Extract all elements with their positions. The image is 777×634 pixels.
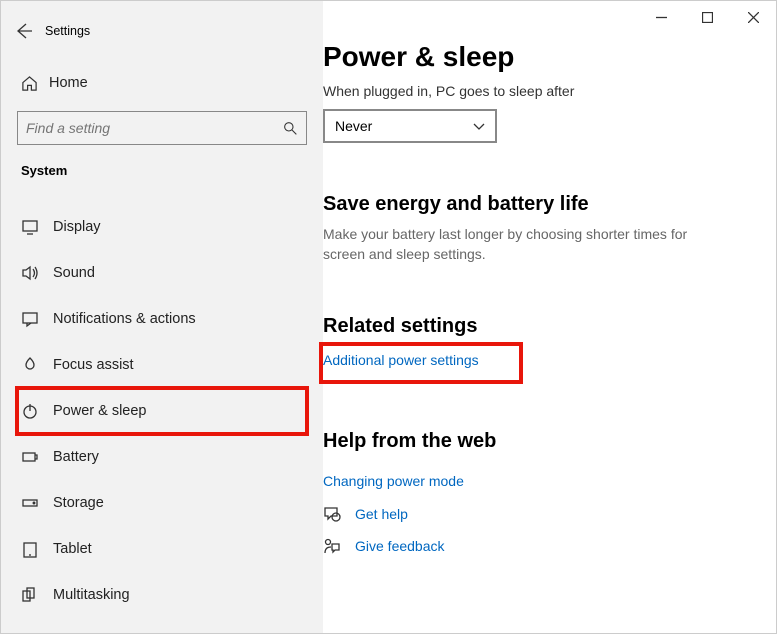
sidebar: Settings Home System Display [1,1,323,633]
battery-icon [21,448,53,466]
energy-description: Make your battery last longer by choosin… [323,224,713,265]
page-title: Power & sleep [323,41,746,73]
sleep-value: Never [335,118,372,134]
sidebar-item-multitasking[interactable]: Multitasking [17,572,307,618]
sidebar-item-label: Sound [53,265,95,281]
sidebar-item-tablet[interactable]: Tablet [17,526,307,572]
search-input[interactable] [17,111,307,145]
maximize-button[interactable] [684,1,730,33]
sidebar-item-label: Storage [53,495,104,511]
energy-heading: Save energy and battery life [323,193,746,216]
sidebar-item-label: Display [53,219,101,235]
sidebar-item-storage[interactable]: Storage [17,480,307,526]
home-nav[interactable]: Home [17,63,307,103]
related-heading: Related settings [323,315,746,338]
chat-icon [323,505,341,523]
related-link-highlight: Additional power settings [323,346,519,380]
power-icon [21,402,53,420]
changing-power-mode-link[interactable]: Changing power mode [323,473,464,489]
storage-icon [21,494,53,512]
search-icon [283,121,298,136]
focus-assist-icon [21,356,53,374]
sleep-dropdown[interactable]: Never [323,109,497,143]
nav-list: Display Sound Notifications & actions Fo… [17,204,307,618]
chevron-down-icon [473,120,485,132]
sidebar-item-notifications[interactable]: Notifications & actions [17,296,307,342]
sleep-caption: When plugged in, PC goes to sleep after [323,83,746,99]
sidebar-item-battery[interactable]: Battery [17,434,307,480]
additional-power-settings-link[interactable]: Additional power settings [323,352,479,368]
feedback-icon [323,537,341,555]
sidebar-item-label: Multitasking [53,587,130,603]
sidebar-item-label: Tablet [53,541,92,557]
maximize-icon [702,12,713,23]
help-heading: Help from the web [323,430,746,453]
give-feedback-link[interactable]: Give feedback [355,538,445,554]
sound-icon [21,264,53,282]
sidebar-item-focus-assist[interactable]: Focus assist [17,342,307,388]
main-panel: Power & sleep When plugged in, PC goes t… [323,1,776,633]
get-help-link[interactable]: Get help [355,506,408,522]
home-icon [21,75,49,92]
search-field[interactable] [26,120,283,136]
close-icon [748,12,759,23]
sidebar-item-label: Power & sleep [53,403,147,419]
tablet-icon [21,540,53,558]
section-label: System [21,163,307,178]
sidebar-item-display[interactable]: Display [17,204,307,250]
home-label: Home [49,75,88,91]
arrow-left-icon [14,22,32,40]
sidebar-item-label: Focus assist [53,357,134,373]
sidebar-item-sound[interactable]: Sound [17,250,307,296]
back-button[interactable] [1,13,45,49]
minimize-button[interactable] [638,1,684,33]
notifications-icon [21,310,53,328]
multitasking-icon [21,586,53,604]
close-button[interactable] [730,1,776,33]
window-title: Settings [45,24,90,38]
sidebar-item-power-sleep[interactable]: Power & sleep [17,388,307,434]
window-controls [638,1,776,33]
sidebar-item-label: Notifications & actions [53,311,196,327]
minimize-icon [656,12,667,23]
display-icon [21,218,53,236]
sidebar-item-label: Battery [53,449,99,465]
